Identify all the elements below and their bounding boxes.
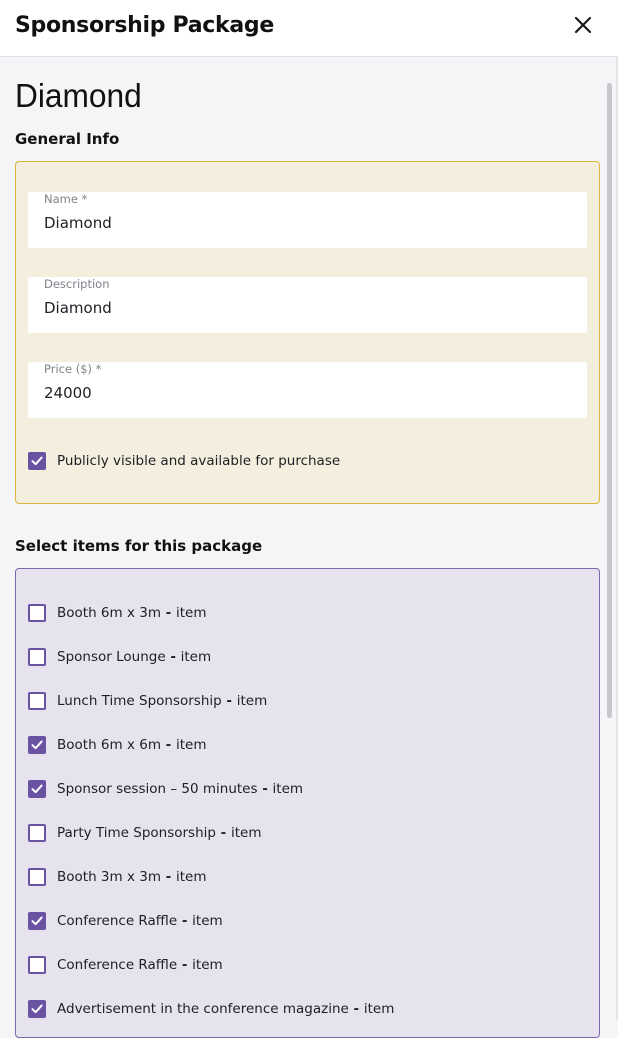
description-field[interactable]: Description bbox=[28, 277, 587, 333]
price-field-label: Price ($) * bbox=[44, 362, 102, 376]
item-separator: - bbox=[215, 825, 231, 841]
item-checkbox[interactable] bbox=[28, 956, 46, 974]
checkmark-icon bbox=[31, 1004, 43, 1014]
item-label: Conference Raffle - item bbox=[57, 956, 223, 974]
item-separator: - bbox=[177, 913, 193, 929]
item-label: Booth 6m x 6m - item bbox=[57, 736, 207, 754]
item-type: item bbox=[176, 605, 207, 621]
item-label: Conference Raffle - item bbox=[57, 912, 223, 930]
item-name: Advertisement in the conference magazine bbox=[57, 1001, 349, 1017]
item-checkbox[interactable] bbox=[28, 604, 46, 622]
item-checkbox-row[interactable]: Advertisement in the conference magazine… bbox=[28, 999, 588, 1021]
scrollbar-thumb[interactable] bbox=[607, 83, 612, 718]
item-checkbox[interactable] bbox=[28, 780, 46, 798]
item-label: Sponsor Lounge - item bbox=[57, 648, 211, 666]
item-label: Advertisement in the conference magazine… bbox=[57, 1000, 394, 1018]
item-type: item bbox=[192, 957, 223, 973]
item-separator: - bbox=[160, 737, 176, 753]
name-input[interactable] bbox=[44, 213, 574, 233]
item-separator: - bbox=[221, 693, 237, 709]
general-info-box: Name * Description Price ($) * Publicly … bbox=[15, 161, 600, 504]
description-field-label: Description bbox=[44, 277, 110, 291]
item-type: item bbox=[236, 693, 268, 709]
checkmark-icon bbox=[31, 784, 43, 794]
item-type: item bbox=[176, 737, 207, 753]
items-section-title: Select items for this package bbox=[15, 537, 263, 555]
item-checkbox-row[interactable]: Conference Raffle - item bbox=[28, 955, 588, 977]
item-checkbox-row[interactable]: Sponsor session – 50 minutes - item bbox=[28, 779, 588, 801]
public-visibility-label: Publicly visible and available for purch… bbox=[57, 453, 341, 469]
item-type: item bbox=[180, 649, 212, 665]
item-name: Party Time Sponsorship bbox=[57, 825, 216, 841]
item-type: item bbox=[230, 825, 262, 841]
close-button[interactable] bbox=[570, 12, 596, 38]
price-input[interactable] bbox=[44, 383, 574, 403]
item-label: Sponsor session – 50 minutes - item bbox=[57, 780, 303, 798]
dialog-header: Sponsorship Package bbox=[0, 0, 618, 57]
item-name: Conference Raffle bbox=[57, 913, 178, 929]
item-checkbox[interactable] bbox=[28, 648, 46, 666]
item-checkbox[interactable] bbox=[28, 912, 46, 930]
item-checkbox[interactable] bbox=[28, 1000, 46, 1018]
item-type: item bbox=[192, 913, 223, 929]
item-checkbox-row[interactable]: Booth 3m x 3m - item bbox=[28, 867, 588, 889]
item-checkbox[interactable] bbox=[28, 868, 46, 886]
item-name: Booth 6m x 6m bbox=[57, 737, 161, 753]
checkmark-icon bbox=[31, 456, 43, 466]
close-icon bbox=[574, 16, 592, 34]
item-name: Lunch Time Sponsorship bbox=[57, 693, 222, 709]
dialog-title: Sponsorship Package bbox=[15, 13, 274, 38]
checkmark-icon bbox=[31, 916, 43, 926]
item-checkbox[interactable] bbox=[28, 824, 46, 842]
item-separator: - bbox=[160, 869, 176, 885]
name-field-label: Name * bbox=[44, 192, 88, 206]
item-name: Booth 6m x 3m bbox=[57, 605, 161, 621]
item-label: Booth 3m x 3m - item bbox=[57, 868, 207, 886]
item-checkbox-row[interactable]: Booth 6m x 6m - item bbox=[28, 735, 588, 757]
item-checkbox-row[interactable]: Party Time Sponsorship - item bbox=[28, 823, 588, 845]
item-name: Booth 3m x 3m bbox=[57, 869, 161, 885]
item-checkbox-row[interactable]: Lunch Time Sponsorship - item bbox=[28, 691, 588, 713]
item-type: item bbox=[176, 869, 207, 885]
description-input[interactable] bbox=[44, 298, 574, 318]
item-label: Lunch Time Sponsorship - item bbox=[57, 692, 267, 710]
page-title: Diamond bbox=[15, 77, 142, 114]
item-separator: - bbox=[165, 649, 181, 665]
general-info-title: General Info bbox=[15, 130, 120, 148]
item-separator: - bbox=[160, 605, 176, 621]
public-visibility-checkbox[interactable] bbox=[28, 452, 46, 470]
item-name: Sponsor session – 50 minutes bbox=[57, 781, 258, 797]
item-label: Booth 6m x 3m - item bbox=[57, 604, 207, 622]
item-separator: - bbox=[348, 1001, 364, 1017]
item-checkbox[interactable] bbox=[28, 692, 46, 710]
price-field[interactable]: Price ($) * bbox=[28, 362, 587, 418]
checkmark-icon bbox=[31, 740, 43, 750]
item-name: Conference Raffle bbox=[57, 957, 178, 973]
item-checkbox[interactable] bbox=[28, 736, 46, 754]
name-field[interactable]: Name * bbox=[28, 192, 587, 248]
public-visibility-checkbox-row[interactable]: Publicly visible and available for purch… bbox=[28, 451, 588, 473]
item-separator: - bbox=[177, 957, 193, 973]
item-name: Sponsor Lounge bbox=[57, 649, 166, 665]
item-checkbox-row[interactable]: Conference Raffle - item bbox=[28, 911, 588, 933]
item-type: item bbox=[363, 1001, 395, 1017]
item-checkbox-row[interactable]: Booth 6m x 3m - item bbox=[28, 603, 588, 625]
item-type: item bbox=[272, 781, 304, 797]
items-box: Booth 6m x 3m - item Sponsor Lounge - ite… bbox=[15, 568, 600, 1038]
item-checkbox-row[interactable]: Sponsor Lounge - item bbox=[28, 647, 588, 669]
item-separator: - bbox=[257, 781, 273, 797]
item-label: Party Time Sponsorship - item bbox=[57, 824, 262, 842]
